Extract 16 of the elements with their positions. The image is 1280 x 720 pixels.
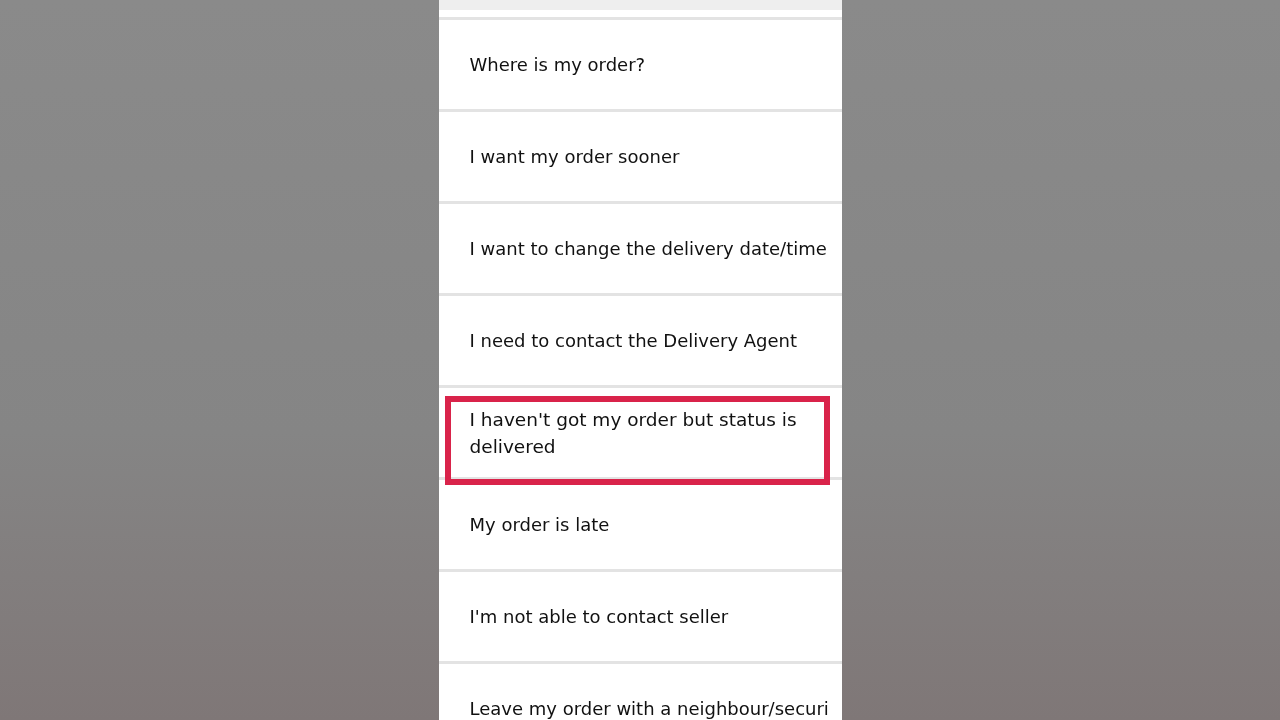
topic-label: I haven't got my order but status is delivered — [469, 407, 798, 459]
help-topic-row[interactable]: I haven't got my order but status is delivered — [438, 388, 842, 480]
help-topic-row[interactable]: My order is late — [438, 480, 842, 572]
help-topic-row[interactable]: I want to change the delivery date/time — [438, 204, 842, 296]
topic-label: Where is my order? — [469, 53, 646, 77]
topic-label: I want to change the delivery date/time — [469, 237, 827, 261]
topic-label: I'm not able to contact seller — [469, 605, 729, 629]
topic-label: Leave my order with a neighbour/securi — [469, 697, 829, 720]
help-topic-row[interactable]: I need to contact the Delivery Agent — [438, 296, 842, 388]
help-topic-row[interactable]: Where is my order? — [438, 20, 842, 112]
help-topic-row[interactable]: I'm not able to contact seller — [438, 572, 842, 664]
help-topic-row[interactable]: Leave my order with a neighbour/securi — [438, 664, 842, 720]
topic-label: I need to contact the Delivery Agent — [469, 329, 798, 353]
topic-label: My order is late — [469, 513, 610, 537]
topic-label: I want my order sooner — [469, 145, 680, 169]
help-topic-row[interactable]: I want my order sooner — [438, 112, 842, 204]
